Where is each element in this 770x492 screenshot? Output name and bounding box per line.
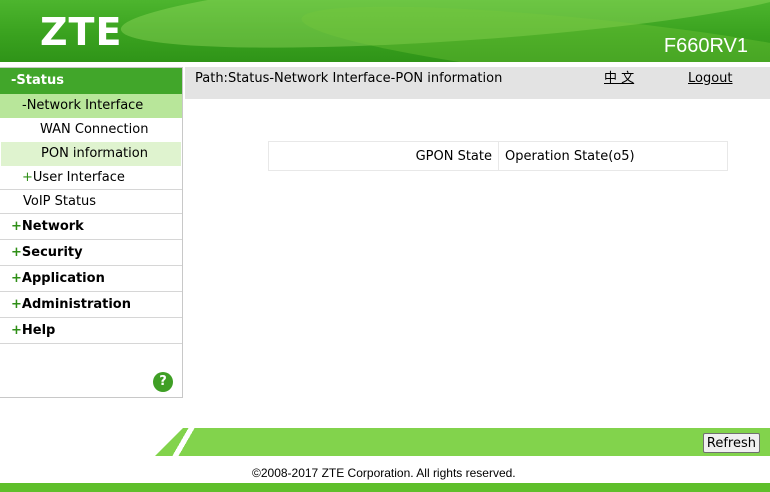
sidebar-item-pon-information[interactable]: PON information — [1, 142, 181, 166]
sidebar-item-label: -Network Interface — [22, 98, 144, 113]
sidebar-item-label: Network — [21, 219, 84, 234]
sidebar-item-wan-connection[interactable]: WAN Connection — [0, 118, 182, 142]
sidebar-item-label: User Interface — [32, 170, 125, 185]
sidebar-item-network[interactable]: +Network — [0, 214, 182, 240]
help-icon[interactable]: ? — [153, 372, 173, 392]
sidebar-item-administration[interactable]: +Administration — [0, 292, 182, 318]
header-banner: ZTE F660RV1 — [0, 0, 770, 62]
device-model: F660RV1 — [663, 35, 748, 57]
gpon-state-label: GPON State — [268, 141, 499, 171]
pon-info-table: GPON State Operation State(o5) — [268, 141, 728, 171]
footer-green-band — [155, 428, 770, 456]
gpon-state-value: Operation State(o5) — [498, 141, 728, 171]
path-bar: Path:Status-Network Interface-PON inform… — [185, 67, 770, 99]
zte-logo: ZTE — [40, 10, 123, 54]
table-row: GPON State Operation State(o5) — [268, 141, 728, 171]
sidebar-item-label: WAN Connection — [40, 122, 149, 137]
sidebar-item-label: Help — [21, 323, 56, 338]
sidebar-item-label: PON information — [41, 146, 148, 161]
sidebar-item-application[interactable]: +Application — [0, 266, 182, 292]
copyright-text: ©2008-2017 ZTE Corporation. All rights r… — [252, 466, 516, 480]
sidebar-item-label: Security — [21, 245, 83, 260]
sidebar-item-security[interactable]: +Security — [0, 240, 182, 266]
breadcrumb: Path:Status-Network Interface-PON inform… — [195, 71, 503, 86]
expand-plus-icon: + — [11, 323, 22, 338]
refresh-button[interactable]: Refresh — [702, 433, 760, 453]
footer-bar: Refresh — [155, 428, 770, 456]
sidebar-item-status[interactable]: -Status — [0, 68, 182, 94]
sidebar-menu: -Status -Network Interface WAN Connectio… — [0, 67, 183, 398]
sidebar-item-label: Application — [21, 271, 105, 286]
expand-plus-icon: + — [11, 297, 22, 312]
expand-plus-icon: + — [22, 170, 33, 185]
sidebar-item-label: -Status — [11, 73, 64, 88]
logout-link[interactable]: Logout — [688, 71, 733, 87]
sidebar-item-label: VoIP Status — [23, 194, 97, 209]
sidebar-item-network-interface[interactable]: -Network Interface — [0, 94, 182, 118]
bottom-strip — [0, 483, 770, 492]
sidebar-item-voip-status[interactable]: VoIP Status — [0, 190, 182, 214]
sidebar-item-label: Administration — [21, 297, 131, 312]
expand-plus-icon: + — [11, 271, 22, 286]
sidebar-item-user-interface[interactable]: +User Interface — [0, 166, 182, 190]
language-link[interactable]: 中 文 — [604, 71, 634, 87]
footer-decoration — [155, 428, 215, 456]
expand-plus-icon: + — [11, 219, 22, 234]
sidebar-item-help[interactable]: +Help — [0, 318, 182, 344]
expand-plus-icon: + — [11, 245, 22, 260]
